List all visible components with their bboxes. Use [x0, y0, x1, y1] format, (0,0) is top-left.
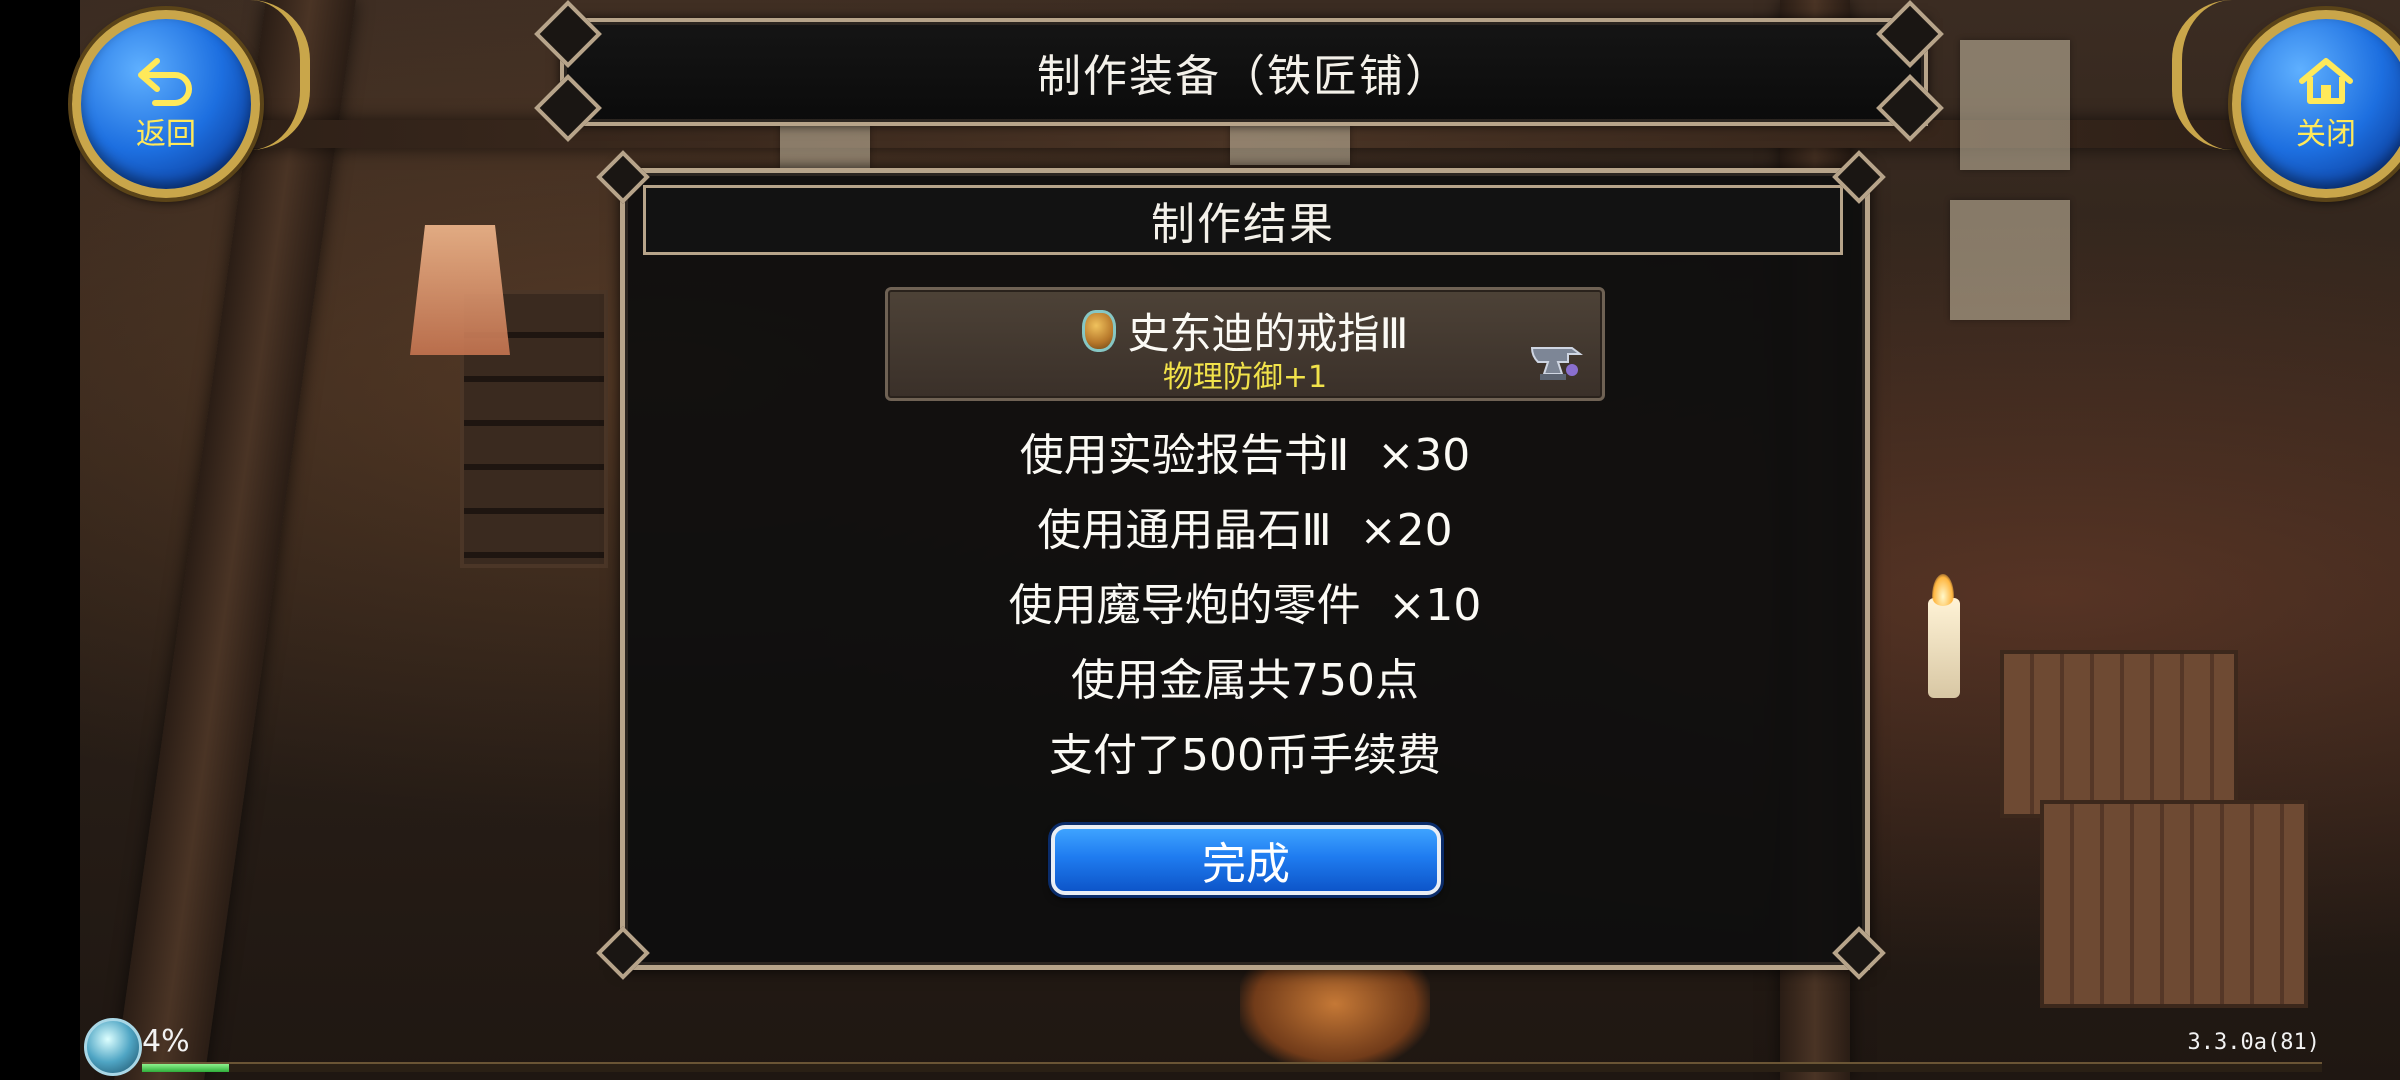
exp-bar-fill: [142, 1064, 230, 1072]
usage-line: 使用通用晶石Ⅲ ×20: [1037, 505, 1453, 556]
wall-paper: [1950, 200, 2070, 320]
wall-paper: [1960, 40, 2070, 170]
home-icon: [2296, 55, 2356, 107]
exp-percent: 4%: [142, 1024, 190, 1059]
fee-line: 支付了500币手续费: [1049, 730, 1441, 781]
usage-line: 使用金属共750点: [1071, 655, 1419, 706]
game-screen: 制作装备（铁匠铺） 返回 关闭 制作结果 史东迪的戒指Ⅲ 物理防御+1 使用实验…: [0, 0, 2400, 1080]
exp-orb-icon: [84, 1018, 142, 1076]
back-button[interactable]: 返回: [72, 10, 260, 198]
back-button-label: 返回: [136, 117, 196, 152]
title-banner: 制作装备（铁匠铺）: [560, 18, 1928, 126]
usage-line: 使用魔导炮的零件 ×10: [1008, 580, 1482, 631]
craft-result-panel: 制作结果 史东迪的戒指Ⅲ 物理防御+1 使用实验报告书Ⅱ ×30 使用通用晶石Ⅲ…: [620, 168, 1870, 970]
item-bonus-stat: 物理防御+1: [1162, 360, 1328, 395]
panel-title: 制作结果: [1151, 199, 1335, 250]
version-label: 3.3.0a(81): [2187, 1030, 2320, 1055]
panel-header: 制作结果: [643, 185, 1843, 255]
back-arrow-icon: [135, 55, 197, 107]
crafted-item-card[interactable]: 史东迪的戒指Ⅲ 物理防御+1: [885, 287, 1605, 401]
anvil-icon: [1528, 340, 1584, 384]
player-character: [1240, 960, 1430, 1070]
material-usage-list: 使用实验报告书Ⅱ ×30 使用通用晶石Ⅲ ×20 使用魔导炮的零件 ×10 使用…: [625, 418, 1865, 793]
close-button-label: 关闭: [2296, 117, 2356, 152]
done-button[interactable]: 完成: [1051, 825, 1441, 895]
page-title: 制作装备（铁匠铺）: [1037, 51, 1451, 102]
letterbox-bar: [0, 0, 80, 1080]
crate: [2040, 800, 2308, 1008]
crate: [2000, 650, 2238, 818]
ring-icon: [1081, 309, 1116, 352]
usage-line: 使用实验报告书Ⅱ ×30: [1019, 430, 1471, 481]
candle: [1928, 598, 1960, 698]
hanging-lamp: [410, 225, 510, 355]
exp-bar: [142, 1062, 2322, 1072]
candle-flame: [1932, 574, 1954, 606]
